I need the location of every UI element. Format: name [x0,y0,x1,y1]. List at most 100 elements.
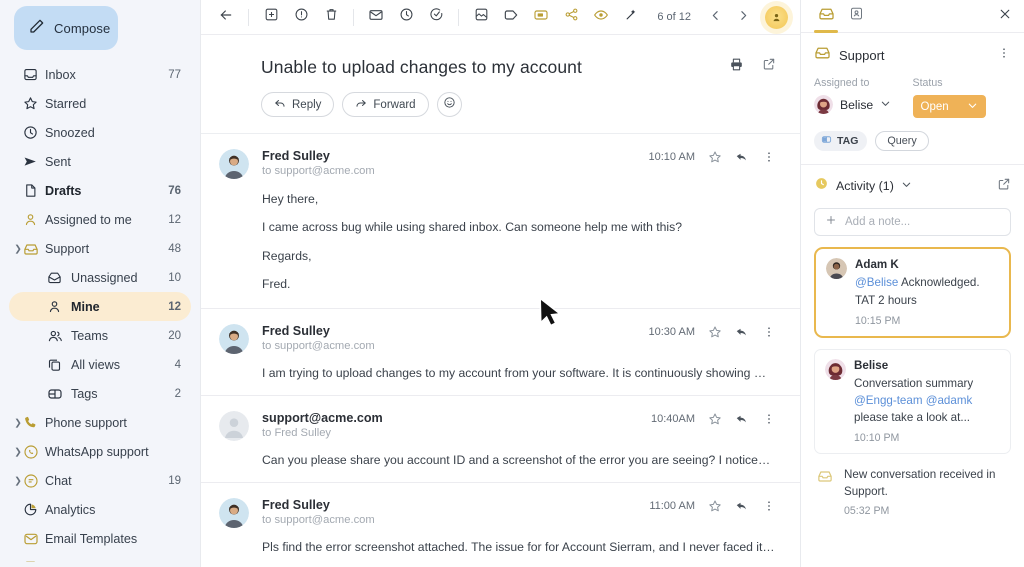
sidebar-item-count: 20 [168,329,181,342]
inbox-summary: Support Assigned to Belise Status Open [801,33,1024,118]
activity-note-card[interactable]: Belise Conversation summary @Engg-team @… [814,348,1011,454]
open-inbox-icon [818,5,835,27]
tab-conversation[interactable] [811,1,841,33]
sidebar-item-drafts[interactable]: Drafts 76 [9,176,191,205]
tab-contact[interactable] [841,1,871,32]
sidebar-item-assigned-to-me[interactable]: Assigned to me 12 [9,205,191,234]
watch-button[interactable] [586,2,616,32]
message-item[interactable]: Fred Sulley to support@acme.com 11:00 AM [201,483,800,567]
sidebar-item-tags[interactable]: Tags 2 [9,379,191,408]
magic-wand-icon [624,7,639,27]
reply-button[interactable]: Reply [261,92,335,117]
chevron-down-icon[interactable] [901,177,912,195]
reply-icon[interactable] [735,325,749,339]
star-icon[interactable] [708,325,722,339]
message-item[interactable]: Fred Sulley to support@acme.com 10:30 AM [201,309,800,396]
sidebar-item-snoozed[interactable]: Snoozed [9,118,191,147]
sidebar-item-all-views[interactable]: All views 4 [9,350,191,379]
message-sender: support@acme.com [262,410,383,425]
plus-icon [825,213,837,231]
sidebar-item-phone-support[interactable]: ❯ Phone support [9,408,191,437]
compose-button[interactable]: Compose [14,6,118,50]
sidebar-item-sent[interactable]: Sent [9,147,191,176]
reply-icon[interactable] [735,412,749,426]
status-badge[interactable]: Open [912,95,986,118]
sidebar-item-analytics[interactable]: Analytics [9,495,191,524]
sidebar-item-support[interactable]: ❯ Support 48 [9,234,191,263]
activity-system-row: New conversation received in Support. 05… [801,454,1024,517]
report-spam-button[interactable] [286,2,316,32]
move-to-button[interactable] [466,2,496,32]
assignee-selector[interactable]: Belise [814,95,913,114]
sidebar-item-count: 77 [168,68,181,81]
reply-icon[interactable] [735,150,749,164]
message-item[interactable]: Fred Sulley to support@acme.com 10:10 AM [201,134,800,309]
sidebar-item-whatsapp-support[interactable]: ❯ WhatsApp support [9,437,191,466]
task-button[interactable] [421,2,451,32]
share-button[interactable] [556,2,586,32]
avatar[interactable] [765,5,788,29]
print-button[interactable] [729,57,744,77]
assignee-name: Belise [840,97,874,112]
sidebar-item-label: Support [45,241,90,256]
expand-activity-button[interactable] [997,177,1011,196]
compose-label: Compose [54,20,111,36]
emoji-button[interactable] [436,92,462,117]
tag-chip-label: TAG [837,135,859,147]
forward-button[interactable]: Forward [342,92,429,117]
more-vertical-icon[interactable] [762,412,776,426]
chat-icon [23,473,45,489]
mention[interactable]: @Belise [855,276,898,289]
more-vertical-icon[interactable] [762,150,776,164]
query-chip[interactable]: Query [875,131,929,151]
sidebar-item-chat[interactable]: ❯ Chat 19 [9,466,191,495]
thread-header: Unable to upload changes to my account R… [201,35,800,134]
star-icon[interactable] [708,499,722,513]
sidebar-item-mine[interactable]: Mine 12 [9,292,191,321]
thread-scroll-area[interactable]: Unable to upload changes to my account R… [201,35,800,567]
activity-note-time: 10:10 PM [854,431,900,444]
mention[interactable]: @Engg-team @adamk [854,394,972,407]
more-vertical-icon[interactable] [762,499,776,513]
chevron-right-icon[interactable]: ❯ [13,446,23,457]
sidebar-bottom-strip [0,562,200,567]
more-vertical-icon[interactable] [762,325,776,339]
reply-icon[interactable] [735,499,749,513]
message-time: 10:30 AM [648,325,695,338]
star-icon[interactable] [708,150,722,164]
open-in-new-button[interactable] [762,57,776,77]
chevron-right-icon[interactable]: ❯ [13,243,23,254]
star-icon[interactable] [708,412,722,426]
sidebar-item-inbox[interactable]: Inbox 77 [9,60,191,89]
archive-button[interactable] [256,2,286,32]
template-button[interactable] [526,2,556,32]
sidebar-item-label: Inbox [45,67,76,82]
sidebar-item-starred[interactable]: Starred [9,89,191,118]
delete-button[interactable] [316,2,346,32]
activity-note-card[interactable]: Adam K @Belise Acknowledged. TAT 2 hours… [814,247,1011,338]
more-vertical-icon[interactable] [997,46,1011,65]
sidebar-item-teams[interactable]: Teams 20 [9,321,191,350]
snooze-button[interactable] [391,2,421,32]
message-item[interactable]: support@acme.com to Fred Sulley 10:40AM [201,396,800,483]
clock-icon [23,125,45,140]
close-panel-button[interactable] [998,7,1014,26]
sidebar-item-email-templates[interactable]: Email Templates [9,524,191,553]
chevron-right-icon[interactable]: ❯ [13,475,23,486]
mark-unread-button[interactable] [361,2,391,32]
message-meta: 10:10 AM [649,149,776,164]
sidebar-item-unassigned[interactable]: Unassigned 10 [9,263,191,292]
chevron-right-icon[interactable]: ❯ [13,417,23,428]
sidebar-item-label: Unassigned [71,270,138,285]
back-button[interactable] [211,2,241,32]
prev-conversation-button[interactable] [702,4,728,30]
next-conversation-button[interactable] [730,4,756,30]
activity-note-line2: TAT 2 hours [855,293,917,307]
sidebar-item-label: WhatsApp support [45,444,149,459]
tag-chip[interactable]: TAG [814,131,868,151]
file-icon [23,183,45,198]
status-col: Status Open [912,77,1012,118]
magic-wand-button[interactable] [616,2,646,32]
add-note-input[interactable]: Add a note... [814,208,1011,236]
label-button[interactable] [496,2,526,32]
